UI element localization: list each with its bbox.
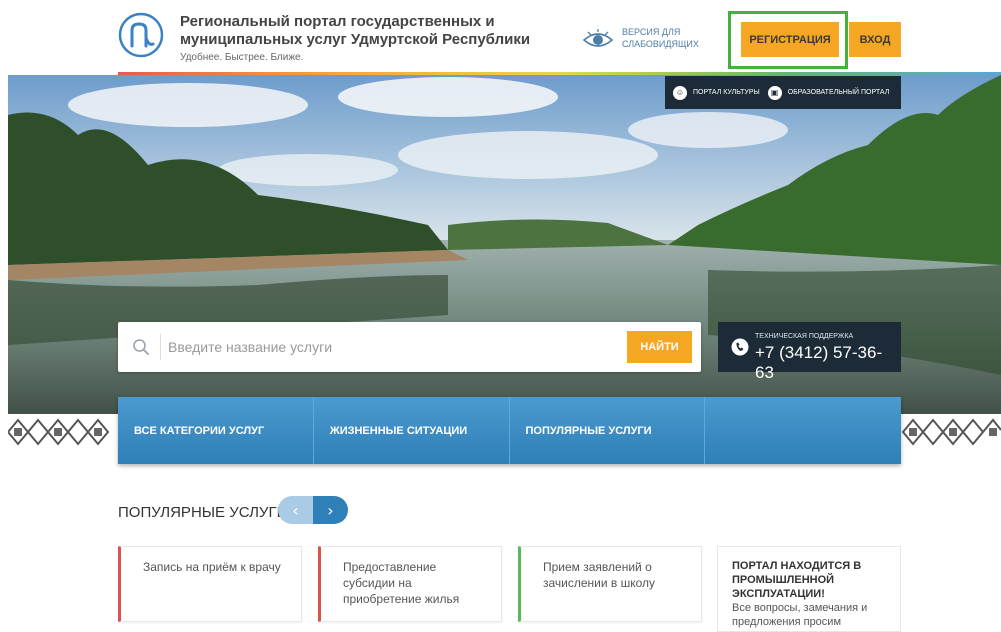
portal-title[interactable]: Региональный портал государственных и му…	[180, 13, 560, 49]
service-card-school-enrollment[interactable]: Прием заявлений о зачислении в школу	[518, 546, 702, 622]
eye-icon	[582, 29, 614, 47]
quick-links-bar: ☺ ПОРТАЛ КУЛЬТУРЫ ▣ ОБРАЗОВАТЕЛЬНЫЙ ПОРТ…	[665, 76, 901, 109]
tech-support-panel[interactable]: ТЕХНИЧЕСКАЯ ПОДДЕРЖКА +7 (3412) 57-36-63	[718, 322, 901, 382]
service-card-housing-subsidy[interactable]: Предоставление субсидии на приобретение …	[318, 546, 502, 622]
education-portal-label: ОБРАЗОВАТЕЛЬНЫЙ ПОРТАЛ	[787, 89, 890, 96]
site-header: Региональный портал государственных и му…	[0, 0, 1001, 75]
notice-text: Все вопросы, замечания и предложения про…	[732, 602, 868, 628]
low-vision-version-link[interactable]: ВЕРСИЯ ДЛЯ СЛАБОВИДЯЩИХ	[582, 26, 712, 54]
service-card-doctor[interactable]: Запись на приём к врачу	[118, 546, 302, 622]
notice-title: ПОРТАЛ НАХОДИТСЯ В ПРОМЫШЛЕННОЙ ЭКСПЛУАТ…	[732, 560, 862, 600]
carousel-next-button[interactable]: ›	[313, 496, 348, 524]
page: Региональный портал государственных и му…	[0, 0, 1001, 632]
culture-portal-link[interactable]: ☺ ПОРТАЛ КУЛЬТУРЫ	[673, 85, 760, 100]
popular-services-heading: ПОПУЛЯРНЫЕ УСЛУГИ	[118, 504, 288, 521]
nav-all-categories[interactable]: ВСЕ КАТЕГОРИИ УСЛУГ	[118, 397, 314, 464]
education-portal-link[interactable]: ▣ ОБРАЗОВАТЕЛЬНЫЙ ПОРТАЛ	[767, 85, 890, 100]
nav-life-situations[interactable]: ЖИЗНЕННЫЕ СИТУАЦИИ	[314, 397, 510, 464]
search-icon	[133, 339, 149, 355]
search-button[interactable]: НАЙТИ	[627, 331, 692, 363]
phone-icon	[731, 338, 749, 356]
portal-status-notice: ПОРТАЛ НАХОДИТСЯ В ПРОМЫШЛЕННОЙ ЭКСПЛУАТ…	[717, 546, 901, 632]
register-button[interactable]: РЕГИСТРАЦИЯ	[741, 22, 839, 57]
tech-support-label: ТЕХНИЧЕСКАЯ ПОДДЕРЖКА	[755, 333, 854, 340]
culture-icon: ☺	[673, 85, 687, 100]
carousel-prev-button[interactable]: ‹	[278, 496, 313, 524]
portal-logo-icon[interactable]	[118, 12, 164, 58]
tech-support-phone[interactable]: +7 (3412) 57-36-63	[755, 343, 901, 383]
education-icon: ▣	[767, 85, 782, 100]
category-nav-bar: ВСЕ КАТЕГОРИИ УСЛУГ ЖИЗНЕННЫЕ СИТУАЦИИ П…	[118, 397, 901, 464]
search-input[interactable]	[168, 331, 618, 363]
login-button[interactable]: ВХОД	[849, 22, 901, 57]
popular-carousel-nav: ‹ ›	[278, 496, 348, 524]
nav-popular-services[interactable]: ПОПУЛЯРНЫЕ УСЛУГИ	[510, 397, 706, 464]
nav-empty-slot	[705, 397, 901, 464]
portal-slogan: Удобнее. Быстрее. Ближе.	[180, 52, 304, 63]
service-search-box: НАЙТИ	[118, 322, 701, 372]
culture-portal-label: ПОРТАЛ КУЛЬТУРЫ	[693, 89, 760, 96]
search-divider	[160, 334, 161, 360]
low-vision-label: ВЕРСИЯ ДЛЯ СЛАБОВИДЯЩИХ	[622, 27, 699, 49]
